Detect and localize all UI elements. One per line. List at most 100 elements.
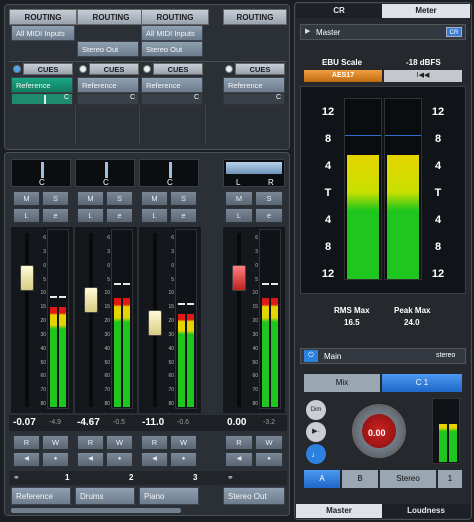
solo-button-2[interactable]: S: [106, 191, 133, 206]
talkback-button[interactable]: ▶·: [306, 422, 326, 442]
power-icon[interactable]: ⏻: [304, 350, 318, 362]
meter-bar: [50, 307, 57, 407]
fader-scale-tick: 40: [40, 345, 46, 352]
fader-scale-tick: 20: [104, 318, 110, 324]
listen-button-3[interactable]: L: [141, 208, 168, 223]
cue-send-2[interactable]: Reference: [77, 77, 139, 93]
solo-button-3[interactable]: S: [170, 191, 197, 206]
meter-peak-marker: [187, 302, 194, 305]
listen-button-2[interactable]: L: [77, 208, 104, 223]
cr-meter: [432, 398, 460, 464]
fader-handle-4[interactable]: [232, 264, 246, 291]
cue-indicator-4[interactable]: [225, 65, 233, 73]
cue-send-level-1[interactable]: C: [11, 93, 73, 105]
output-routing-2[interactable]: Stereo Out: [77, 41, 139, 57]
input-routing-3[interactable]: All MIDI Inputs: [141, 25, 203, 41]
cue-send-level-4[interactable]: C: [223, 93, 285, 105]
pan-display-1[interactable]: C: [11, 159, 71, 187]
fader-handle-2[interactable]: [84, 287, 98, 313]
record-button-1[interactable]: ●: [42, 452, 69, 467]
cue-indicator-3[interactable]: [143, 65, 151, 73]
fader-scale-tick: 50: [40, 359, 46, 366]
pan-display-3[interactable]: C: [139, 159, 199, 187]
pan-display-4[interactable]: LR: [223, 159, 285, 187]
meter-2: [111, 229, 133, 409]
pan-display-2[interactable]: C: [75, 159, 135, 187]
fader-scale-tick: 30: [168, 331, 174, 338]
fader-scale-tick: 40: [104, 345, 110, 352]
cue-indicator-2[interactable]: [79, 65, 87, 73]
channel-name-3[interactable]: Piano: [139, 487, 199, 505]
tab-meter[interactable]: Meter: [382, 4, 470, 18]
fader-scale-2: 6 3 0 5 10 15 20 30 40 50 60 70 80: [101, 235, 111, 407]
record-button-2[interactable]: ●: [106, 452, 133, 467]
edit-button-3[interactable]: e: [170, 208, 197, 223]
record-button-4[interactable]: ●: [255, 452, 283, 467]
mute-button-2[interactable]: M: [77, 191, 104, 206]
mute-button-4[interactable]: M: [225, 191, 253, 206]
prev-button-4[interactable]: ◀: [225, 452, 253, 467]
write-button-1[interactable]: W: [42, 435, 69, 450]
edit-button-1[interactable]: e: [42, 208, 69, 223]
prev-button-3[interactable]: ◀: [141, 452, 168, 467]
c1-button[interactable]: C 1: [382, 374, 462, 392]
write-button-2[interactable]: W: [106, 435, 133, 450]
channel-name-1[interactable]: Reference: [11, 487, 71, 505]
peak-value-4: -3.2: [263, 419, 276, 426]
meter-bar: [59, 307, 66, 407]
horizontal-scrollbar[interactable]: [11, 508, 181, 513]
link-icon-1[interactable]: ⚭: [13, 473, 20, 482]
fader-handle-3[interactable]: [148, 309, 162, 336]
read-button-1[interactable]: R: [13, 435, 40, 450]
mute-button-3[interactable]: M: [141, 191, 168, 206]
channel-name-4[interactable]: Stereo Out: [223, 487, 285, 505]
a-button[interactable]: A: [304, 470, 340, 488]
mix-button[interactable]: Mix: [304, 374, 380, 392]
reset-peak-button[interactable]: I◀◀: [384, 70, 462, 82]
cue-send-level-2[interactable]: C: [77, 93, 139, 105]
cue-send-4[interactable]: Reference: [223, 77, 285, 93]
read-button-2[interactable]: R: [77, 435, 104, 450]
read-button-4[interactable]: R: [225, 435, 253, 450]
read-button-3[interactable]: R: [141, 435, 168, 450]
tab-master[interactable]: Master: [296, 504, 382, 518]
prev-button-1[interactable]: ◀: [13, 452, 40, 467]
fader-handle-1[interactable]: [20, 264, 34, 291]
edit-button-2[interactable]: e: [106, 208, 133, 223]
one-button[interactable]: 1: [438, 470, 462, 488]
solo-button-1[interactable]: S: [42, 191, 69, 206]
volume-value-3[interactable]: -11.0: [142, 417, 164, 428]
metronome-icon[interactable]: ♩: [306, 444, 326, 464]
cue-send-level-3[interactable]: C: [141, 93, 203, 105]
volume-value-4[interactable]: 0.00: [227, 417, 246, 428]
channel-name-2[interactable]: Drums: [75, 487, 135, 505]
cue-send-3[interactable]: Reference: [141, 77, 203, 93]
prev-button-2[interactable]: ◀: [77, 452, 104, 467]
edit-button-4[interactable]: e: [255, 208, 283, 223]
expand-icon[interactable]: ▶: [305, 27, 310, 35]
dim-button[interactable]: Dim: [306, 400, 326, 420]
volume-value-2[interactable]: -4.67: [77, 417, 100, 428]
aes17-button[interactable]: AES17: [304, 70, 382, 82]
volume-value-1[interactable]: -0.07: [13, 417, 36, 428]
record-button-3[interactable]: ●: [170, 452, 197, 467]
tab-loudness[interactable]: Loudness: [382, 504, 470, 518]
listen-button-4[interactable]: L: [225, 208, 253, 223]
tab-cr[interactable]: CR: [296, 4, 382, 18]
stereo-button[interactable]: Stereo: [380, 470, 436, 488]
fader-scale-4: 6 3 0 5 10 15 20 30 40 50 60 70 80: [249, 235, 259, 407]
b-button[interactable]: B: [342, 470, 378, 488]
cue-send-1[interactable]: Reference: [11, 77, 73, 93]
master-scale-tick: T: [434, 187, 442, 199]
fader-scale-tick: 3: [255, 248, 258, 255]
mute-button-1[interactable]: M: [13, 191, 40, 206]
write-button-3[interactable]: W: [170, 435, 197, 450]
fader-scale-tick: 10: [40, 290, 46, 297]
write-button-4[interactable]: W: [255, 435, 283, 450]
solo-button-4[interactable]: S: [255, 191, 283, 206]
cue-indicator-1[interactable]: [13, 65, 21, 73]
input-routing-1[interactable]: All MIDI Inputs: [11, 25, 75, 41]
listen-button-1[interactable]: L: [13, 208, 40, 223]
link-icon-4[interactable]: ⚭: [227, 473, 234, 482]
output-routing-3[interactable]: Stereo Out: [141, 41, 203, 57]
